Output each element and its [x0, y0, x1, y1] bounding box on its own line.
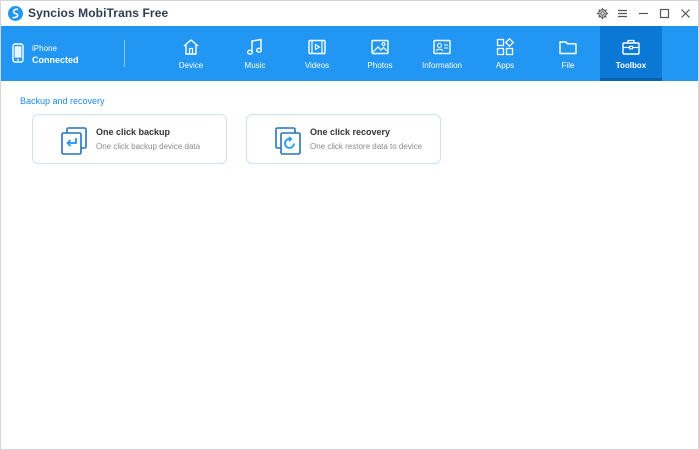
tab-music-label: Music: [244, 61, 266, 70]
menu-button[interactable]: [614, 5, 631, 22]
tab-photos[interactable]: Photos: [349, 26, 411, 81]
app-logo-icon: [8, 6, 23, 21]
tab-device[interactable]: Device: [160, 26, 222, 81]
minimize-button[interactable]: [635, 5, 652, 22]
tab-toolbox[interactable]: Toolbox: [600, 26, 662, 81]
menu-icon: [618, 9, 627, 18]
music-note-icon: [247, 38, 262, 55]
device-name: iPhone: [32, 44, 57, 53]
image-icon: [371, 39, 389, 55]
toolbox-icon: [622, 39, 640, 55]
home-icon: [183, 39, 199, 55]
maximize-button[interactable]: [656, 5, 673, 22]
app-window: Syncios MobiTrans Free iPhone Connected …: [0, 0, 699, 450]
title-bar: Syncios MobiTrans Free: [1, 1, 698, 26]
minimize-icon: [639, 12, 648, 15]
settings-button[interactable]: [594, 5, 611, 22]
film-icon: [308, 39, 326, 55]
top-nav: iPhone Connected Device Music Videos Pho…: [1, 26, 698, 81]
card-title: One click backup: [96, 127, 171, 137]
one-click-backup-card[interactable]: One click backup One click backup device…: [32, 114, 227, 164]
tab-file-label: File: [561, 61, 575, 70]
close-icon: [681, 9, 690, 18]
section-title: Backup and recovery: [20, 96, 105, 106]
one-click-recovery-card[interactable]: One click recovery One click restore dat…: [246, 114, 441, 164]
folder-icon: [559, 41, 577, 55]
tab-videos-label: Videos: [304, 61, 330, 70]
tab-apps[interactable]: Apps: [474, 26, 536, 81]
backup-icon: [61, 127, 87, 155]
tab-file[interactable]: File: [537, 26, 599, 81]
tab-photos-label: Photos: [367, 61, 393, 70]
tab-toolbox-label: Toolbox: [615, 61, 647, 70]
gear-icon: [596, 7, 609, 20]
phone-icon: [12, 43, 24, 63]
tab-apps-label: Apps: [495, 61, 515, 70]
app-title: Syncios MobiTrans Free: [28, 6, 169, 20]
card-title: One click recovery: [310, 127, 391, 137]
close-button[interactable]: [677, 5, 694, 22]
card-subtitle: One click restore data to device: [310, 142, 423, 151]
nav-divider: [124, 40, 125, 67]
card-subtitle: One click backup device data: [96, 142, 201, 151]
device-selector[interactable]: iPhone Connected: [1, 26, 125, 81]
maximize-icon: [659, 8, 670, 19]
device-status: Connected: [32, 55, 79, 65]
tab-device-label: Device: [178, 61, 204, 70]
tab-information-label: Information: [421, 61, 463, 70]
recovery-icon: [275, 127, 301, 155]
tab-music[interactable]: Music: [224, 26, 286, 81]
apps-grid-icon: [496, 37, 515, 56]
tab-videos[interactable]: Videos: [286, 26, 348, 81]
contact-card-icon: [433, 39, 451, 55]
tab-information[interactable]: Information: [411, 26, 473, 81]
